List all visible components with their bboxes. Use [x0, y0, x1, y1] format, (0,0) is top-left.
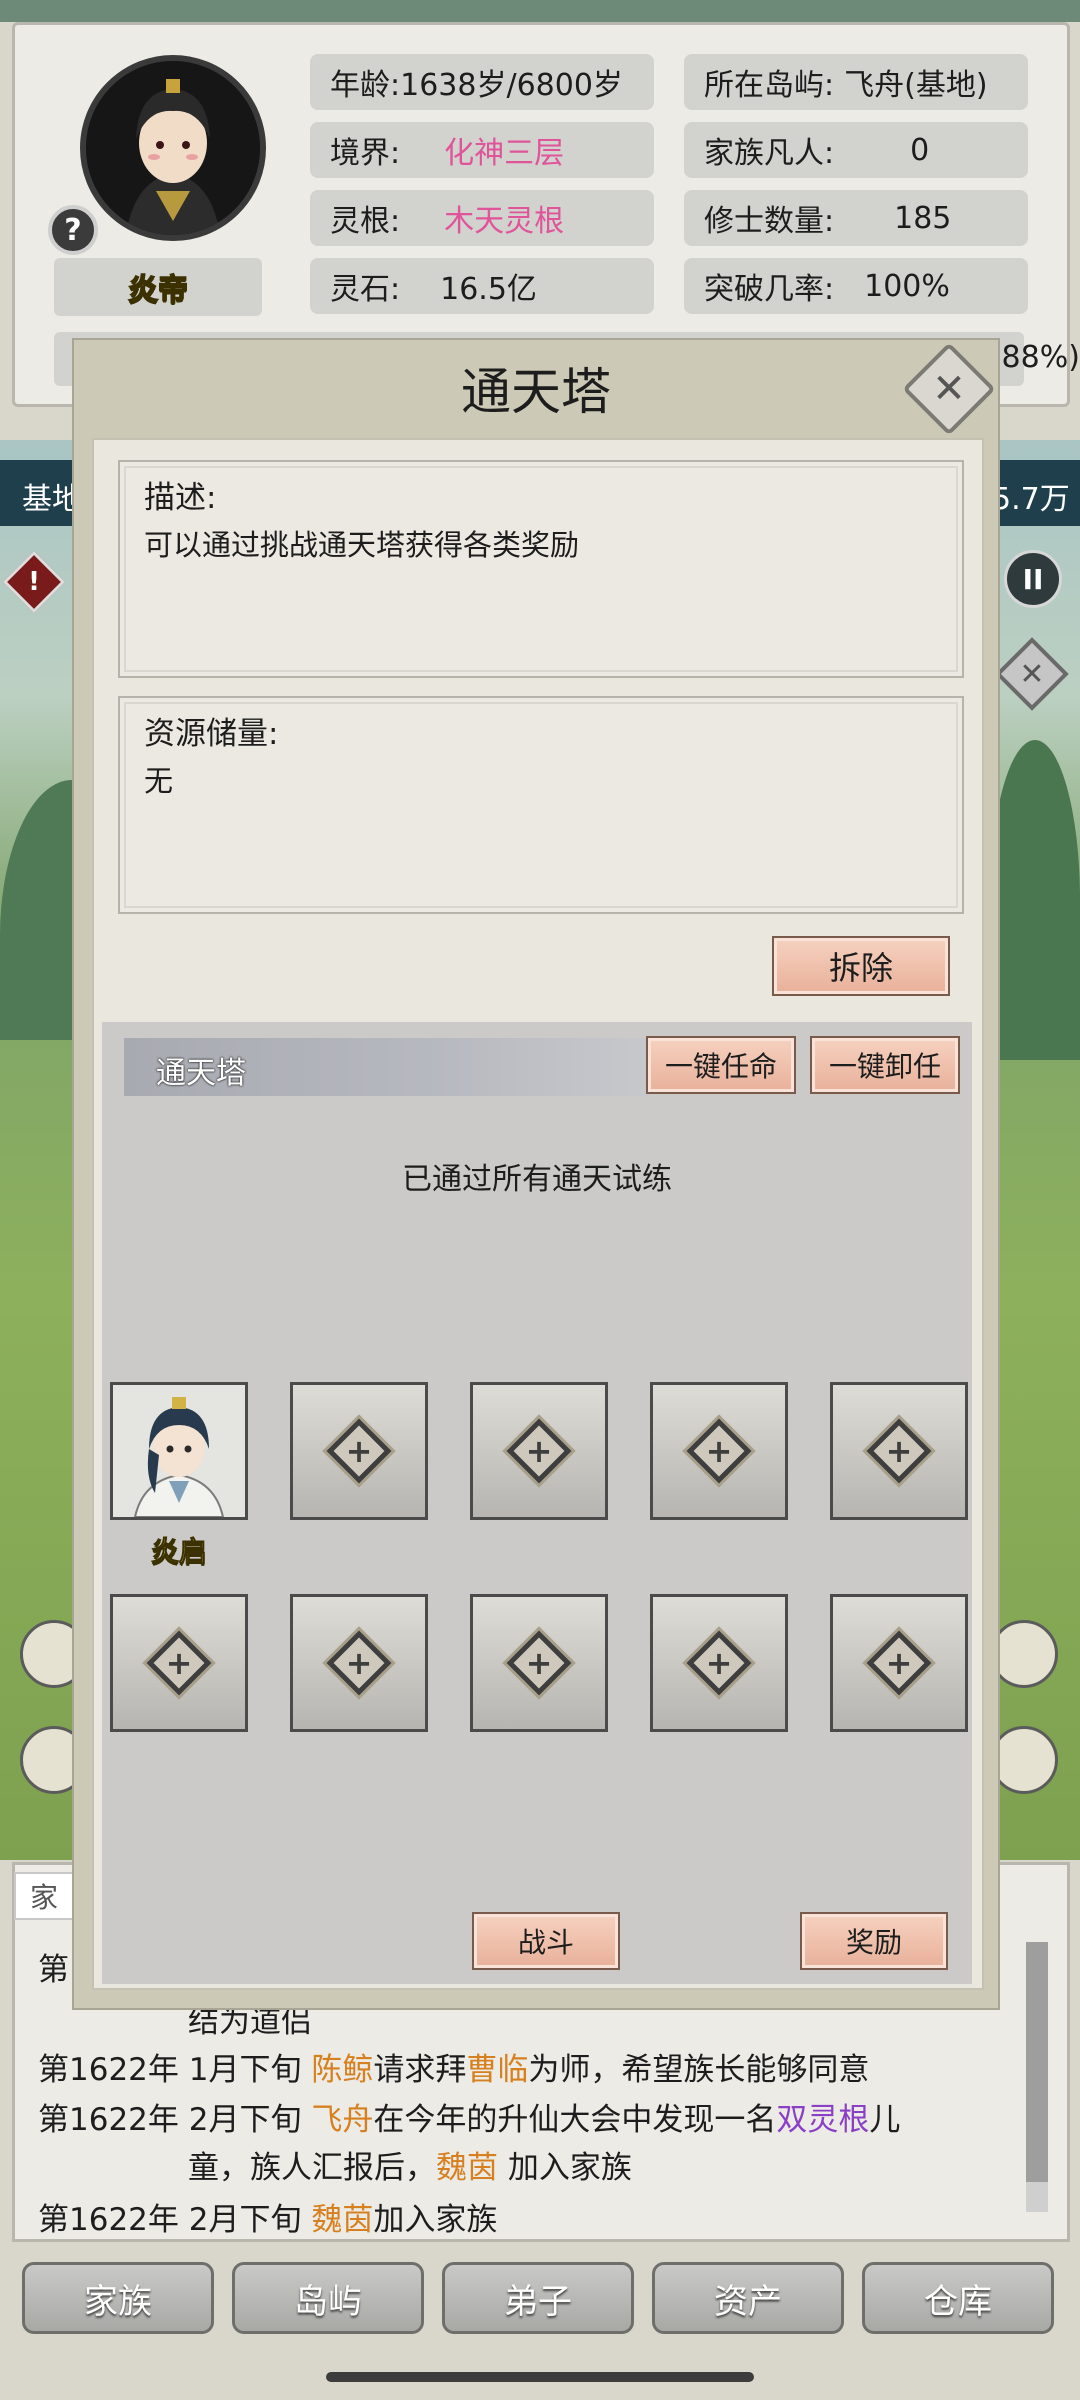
empty-slot[interactable]: +	[830, 1382, 968, 1520]
stat-label: 灵石:	[330, 272, 401, 307]
settings-gear-icon[interactable]	[990, 1726, 1058, 1794]
stat-spirit-stones: 灵石: 16.5亿	[310, 258, 654, 314]
plus-icon: +	[326, 1630, 392, 1696]
log-date: 第1622年 2月下旬	[38, 2102, 312, 2138]
stat-value: 185	[894, 200, 952, 236]
home-indicator[interactable]	[326, 2372, 754, 2382]
empty-slot[interactable]: +	[290, 1594, 428, 1732]
log-highlight[interactable]: 飞舟	[311, 2102, 373, 2138]
appoint-all-button[interactable]: 一键任命	[646, 1036, 796, 1094]
description-box	[118, 460, 964, 678]
tower-status-text: 已通过所有通天试练	[402, 1162, 672, 1197]
map-bar-right-label: 5.7万	[992, 482, 1070, 517]
log-highlight[interactable]: 魏茵	[311, 2202, 373, 2238]
stat-label: 家族凡人:	[704, 136, 835, 171]
stat-label: 年龄:	[330, 68, 401, 103]
describe-side-button[interactable]	[990, 1620, 1058, 1688]
stat-breakthrough: 突破几率: 100%	[684, 258, 1028, 314]
log-text: 童，族人汇报后，	[188, 2150, 436, 2186]
log-text: 为师，希望族长能够同意	[528, 2052, 870, 2088]
log-line: 第1622年 2月下旬 飞舟在今年的升仙大会中发现一名双灵根儿	[38, 2094, 900, 2139]
resource-text: 无	[144, 764, 174, 798]
plus-icon: +	[686, 1630, 752, 1696]
plus-icon: +	[506, 1630, 572, 1696]
map-hills-right	[990, 740, 1080, 1060]
log-date: 第1622年 2月下旬	[38, 2202, 312, 2238]
plus-icon: +	[866, 1418, 932, 1484]
stat-label: 修士数量:	[704, 204, 835, 239]
disciple-portrait	[113, 1385, 245, 1517]
log-text: 请求拜	[373, 2052, 467, 2088]
player-name: 炎帝	[54, 258, 262, 316]
resource-label: 资源储量:	[144, 716, 279, 752]
stat-value: 木天灵根	[444, 204, 565, 239]
stat-age: 年龄: 1638岁/6800岁	[310, 54, 654, 110]
log-highlight[interactable]: 魏茵	[436, 2150, 498, 2186]
stat-value: 1638岁/6800岁	[400, 68, 623, 103]
battle-button[interactable]: 战斗	[472, 1912, 620, 1970]
nav-warehouse-button[interactable]: 仓库	[862, 2262, 1054, 2334]
log-tab[interactable]: 家	[14, 1872, 74, 1920]
plus-icon: +	[866, 1630, 932, 1696]
log-text: 加入家族	[373, 2202, 498, 2238]
log-scrollbar[interactable]	[1026, 1942, 1048, 2212]
nav-disciples-button[interactable]: 弟子	[442, 2262, 634, 2334]
stat-cultivators: 修士数量: 185	[684, 190, 1028, 246]
empty-slot[interactable]: +	[470, 1382, 608, 1520]
nav-assets-button[interactable]: 资产	[652, 2262, 844, 2334]
stat-value: 100%	[864, 268, 950, 304]
empty-slot[interactable]: +	[470, 1594, 608, 1732]
demolish-button[interactable]: 拆除	[772, 936, 950, 996]
log-date: 第	[38, 1952, 69, 1988]
empty-slot[interactable]: +	[290, 1382, 428, 1520]
dismiss-all-button[interactable]: 一键卸任	[810, 1036, 960, 1094]
empty-slot[interactable]: +	[650, 1382, 788, 1520]
log-line: 第1622年 2月下旬 魏茵加入家族	[38, 2194, 497, 2239]
stat-label: 境界:	[330, 136, 401, 171]
stat-value: 飞舟(基地)	[844, 68, 988, 103]
avatar[interactable]	[80, 55, 266, 241]
dialog-title: 通天塔	[461, 363, 611, 421]
stat-label: 所在岛屿:	[704, 68, 835, 103]
tower-header-label: 通天塔	[156, 1056, 246, 1091]
log-line: 第1622年 1月下旬 陈鲸请求拜曹临为师，希望族长能够同意	[38, 2044, 869, 2089]
log-line: 第	[38, 1944, 69, 1989]
plus-icon: +	[326, 1418, 392, 1484]
empty-slot[interactable]: +	[110, 1594, 248, 1732]
log-highlight[interactable]: 陈鲸	[311, 2052, 373, 2088]
nav-family-button[interactable]: 家族	[22, 2262, 214, 2334]
stat-mortals: 家族凡人: 0	[684, 122, 1028, 178]
help-icon[interactable]: ?	[48, 205, 98, 255]
log-highlight: 双灵根	[776, 2102, 870, 2138]
log-text: 儿	[869, 2102, 901, 2138]
log-text: 在今年的升仙大会中发现一名	[373, 2102, 777, 2138]
stat-island: 所在岛屿: 飞舟(基地)	[684, 54, 1028, 110]
reward-button[interactable]: 奖励	[800, 1912, 948, 1970]
description-text: 可以通过挑战通天塔获得各类奖励	[144, 528, 580, 562]
empty-slot[interactable]: +	[830, 1594, 968, 1732]
empty-slot[interactable]: +	[650, 1594, 788, 1732]
log-text: 加入家族	[498, 2150, 632, 2186]
stat-label: 突破几率:	[704, 272, 835, 307]
assigned-disciple-slot[interactable]	[110, 1382, 248, 1520]
log-highlight[interactable]: 曹临	[466, 2052, 528, 2088]
stat-label: 灵根:	[330, 204, 401, 239]
plus-icon: +	[506, 1418, 572, 1484]
stat-realm: 境界: 化神三层	[310, 122, 654, 178]
pause-icon[interactable]: II	[1004, 550, 1062, 608]
stat-spirit-root: 灵根: 木天灵根	[310, 190, 654, 246]
plus-icon: +	[686, 1418, 752, 1484]
nav-island-button[interactable]: 岛屿	[232, 2262, 424, 2334]
partial-percent: .88%)	[992, 340, 1080, 375]
stat-value: 化神三层	[444, 136, 565, 171]
log-date: 第1622年 1月下旬	[38, 2052, 312, 2088]
stat-value: 16.5亿	[440, 272, 537, 307]
stat-value: 0	[910, 132, 930, 168]
description-label: 描述:	[144, 480, 217, 516]
assigned-disciple-name: 炎启	[150, 1535, 207, 1569]
log-line: 童，族人汇报后，魏茵 加入家族	[188, 2142, 632, 2187]
plus-icon: +	[146, 1630, 212, 1696]
top-strip	[0, 0, 1080, 22]
